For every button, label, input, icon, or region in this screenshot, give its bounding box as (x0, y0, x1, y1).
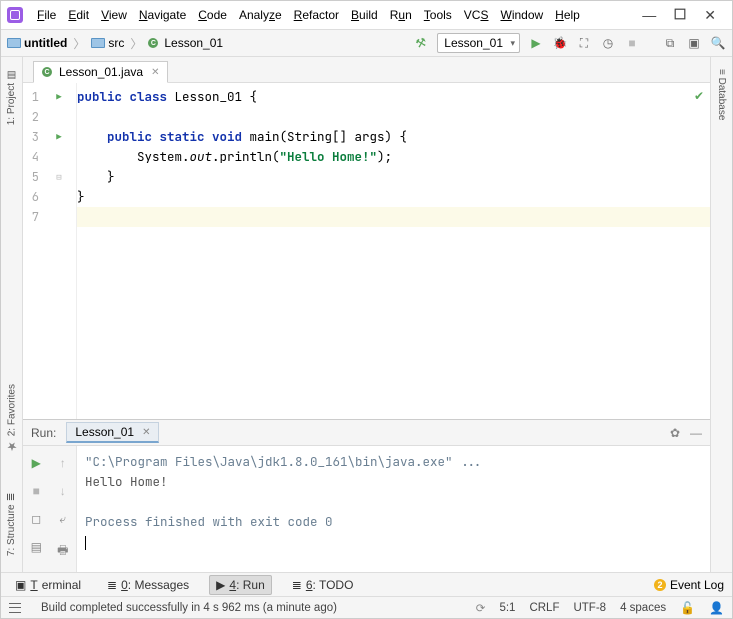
run-gutter-icon[interactable]: ▶ (45, 131, 73, 143)
dump-icon[interactable]: ◻ (31, 512, 41, 526)
close-button[interactable]: ✕ (704, 7, 716, 24)
down-icon[interactable]: ↓ (60, 484, 66, 498)
indent[interactable]: 4 spaces (620, 602, 666, 614)
breadcrumb-src[interactable]: src (91, 36, 124, 50)
menu-help[interactable]: Help (551, 6, 584, 24)
class-icon: C (42, 67, 52, 77)
rerun-icon[interactable]: ▶ (32, 456, 41, 470)
toolwindow-project[interactable]: 1: Project ▤ (4, 63, 19, 131)
menu-file[interactable]: File (33, 6, 60, 24)
toolwindow-favorites[interactable]: ★2: Favorites (3, 378, 21, 459)
profile-button[interactable]: ◷ (600, 35, 616, 51)
toolwindow-structure[interactable]: 7: Structure ≣ (4, 487, 19, 562)
search-button[interactable]: 🔍 (710, 35, 726, 51)
memory-indicator-icon[interactable]: 👤 (709, 601, 724, 615)
console-output[interactable]: "C:\Program Files\Java\jdk1.8.0_161\bin\… (77, 446, 710, 572)
toolwindows-icon[interactable] (9, 603, 21, 613)
menu-analyze[interactable]: Analyze (235, 6, 286, 24)
menu-vcs[interactable]: VCS (460, 6, 493, 24)
app-icon (7, 7, 23, 23)
run-sidebar: ▶ ■ ◻ ▤ ↑ ↓ ⤶ 🖶 (23, 446, 77, 572)
class-icon: C (148, 38, 158, 48)
main-menu: File Edit View Navigate Code Analyze Ref… (33, 6, 642, 24)
editor-tab[interactable]: C Lesson_01.java ✕ (33, 61, 168, 83)
gutter: 1▶ 2 3▶ 4 5⊟ 6 7 (23, 83, 77, 419)
caret-position[interactable]: 5:1 (499, 602, 515, 614)
code-area[interactable]: public class Lesson_01 { public static v… (77, 83, 710, 419)
status-message: Build completed successfully in 4 s 962 … (41, 602, 337, 614)
hide-panel-button[interactable]: — (690, 426, 702, 440)
run-button[interactable]: ▶ (528, 35, 544, 51)
editor-tab-label: Lesson_01.java (59, 65, 143, 79)
folder-icon (91, 38, 105, 48)
build-button[interactable]: ⚒ (411, 33, 431, 53)
git-icon[interactable]: ⟳ (476, 601, 486, 615)
menu-refactor[interactable]: Refactor (290, 6, 343, 24)
menu-navigate[interactable]: Navigate (135, 6, 190, 24)
stop-icon[interactable]: ■ (33, 484, 40, 498)
settings-icon[interactable]: ✿ (670, 426, 680, 440)
fold-icon[interactable]: ⊟ (45, 171, 73, 183)
readonly-icon[interactable]: 🔓 (680, 601, 695, 615)
line-separator[interactable]: CRLF (529, 602, 559, 614)
close-icon[interactable]: ✕ (142, 427, 150, 438)
notification-badge: 2 (654, 579, 666, 591)
minimize-button[interactable]: — (642, 7, 656, 23)
breadcrumb-class[interactable]: CLesson_01 (148, 36, 223, 50)
menu-view[interactable]: View (97, 6, 131, 24)
toolwindow-run[interactable]: ▶ 4: Run (209, 575, 272, 595)
menu-tools[interactable]: Tools (420, 6, 456, 24)
run-panel-title: Run: (31, 426, 56, 440)
run-config-select[interactable]: Lesson_01 (437, 33, 520, 53)
menu-code[interactable]: Code (194, 6, 231, 24)
encoding[interactable]: UTF-8 (573, 602, 606, 614)
code-editor[interactable]: ✔ 1▶ 2 3▶ 4 5⊟ 6 7 public class Lesson_0… (23, 83, 710, 419)
coverage-button[interactable]: ⛶ (576, 35, 592, 51)
layout-icon[interactable]: ▤ (31, 540, 42, 554)
close-tab-icon[interactable]: ✕ (151, 67, 159, 78)
up-icon[interactable]: ↑ (60, 456, 66, 470)
menu-build[interactable]: Build (347, 6, 382, 24)
update-button[interactable]: ⧉ (662, 35, 678, 51)
menu-edit[interactable]: Edit (64, 6, 93, 24)
event-log[interactable]: 2Event Log (654, 578, 724, 592)
breadcrumb-project[interactable]: untitled (7, 36, 67, 50)
inspection-ok-icon: ✔ (694, 89, 704, 103)
menu-run[interactable]: Run (386, 6, 416, 24)
run-tab[interactable]: Lesson_01✕ (66, 422, 159, 443)
menu-window[interactable]: Window (496, 6, 547, 24)
toolwindow-todo[interactable]: ≣ 6: TODO (286, 576, 360, 594)
run-gutter-icon[interactable]: ▶ (45, 91, 73, 103)
wrap-icon[interactable]: ⤶ (59, 512, 66, 527)
toolwindow-terminal[interactable]: ▣ Terminal (9, 576, 87, 594)
toolwindow-database[interactable]: ≡ Database (714, 63, 729, 126)
print-icon[interactable]: 🖶 (57, 541, 68, 562)
stop-button[interactable]: ■ (624, 35, 640, 51)
maximize-button[interactable] (674, 7, 686, 23)
toolwindow-messages[interactable]: ≣ 0: Messages (101, 576, 195, 594)
breadcrumb: untitled 〉 src 〉 CLesson_01 (7, 35, 413, 52)
debug-button[interactable]: 🐞 (552, 35, 568, 51)
folder-icon (7, 38, 21, 48)
search-everywhere-button[interactable]: ▣ (686, 35, 702, 51)
